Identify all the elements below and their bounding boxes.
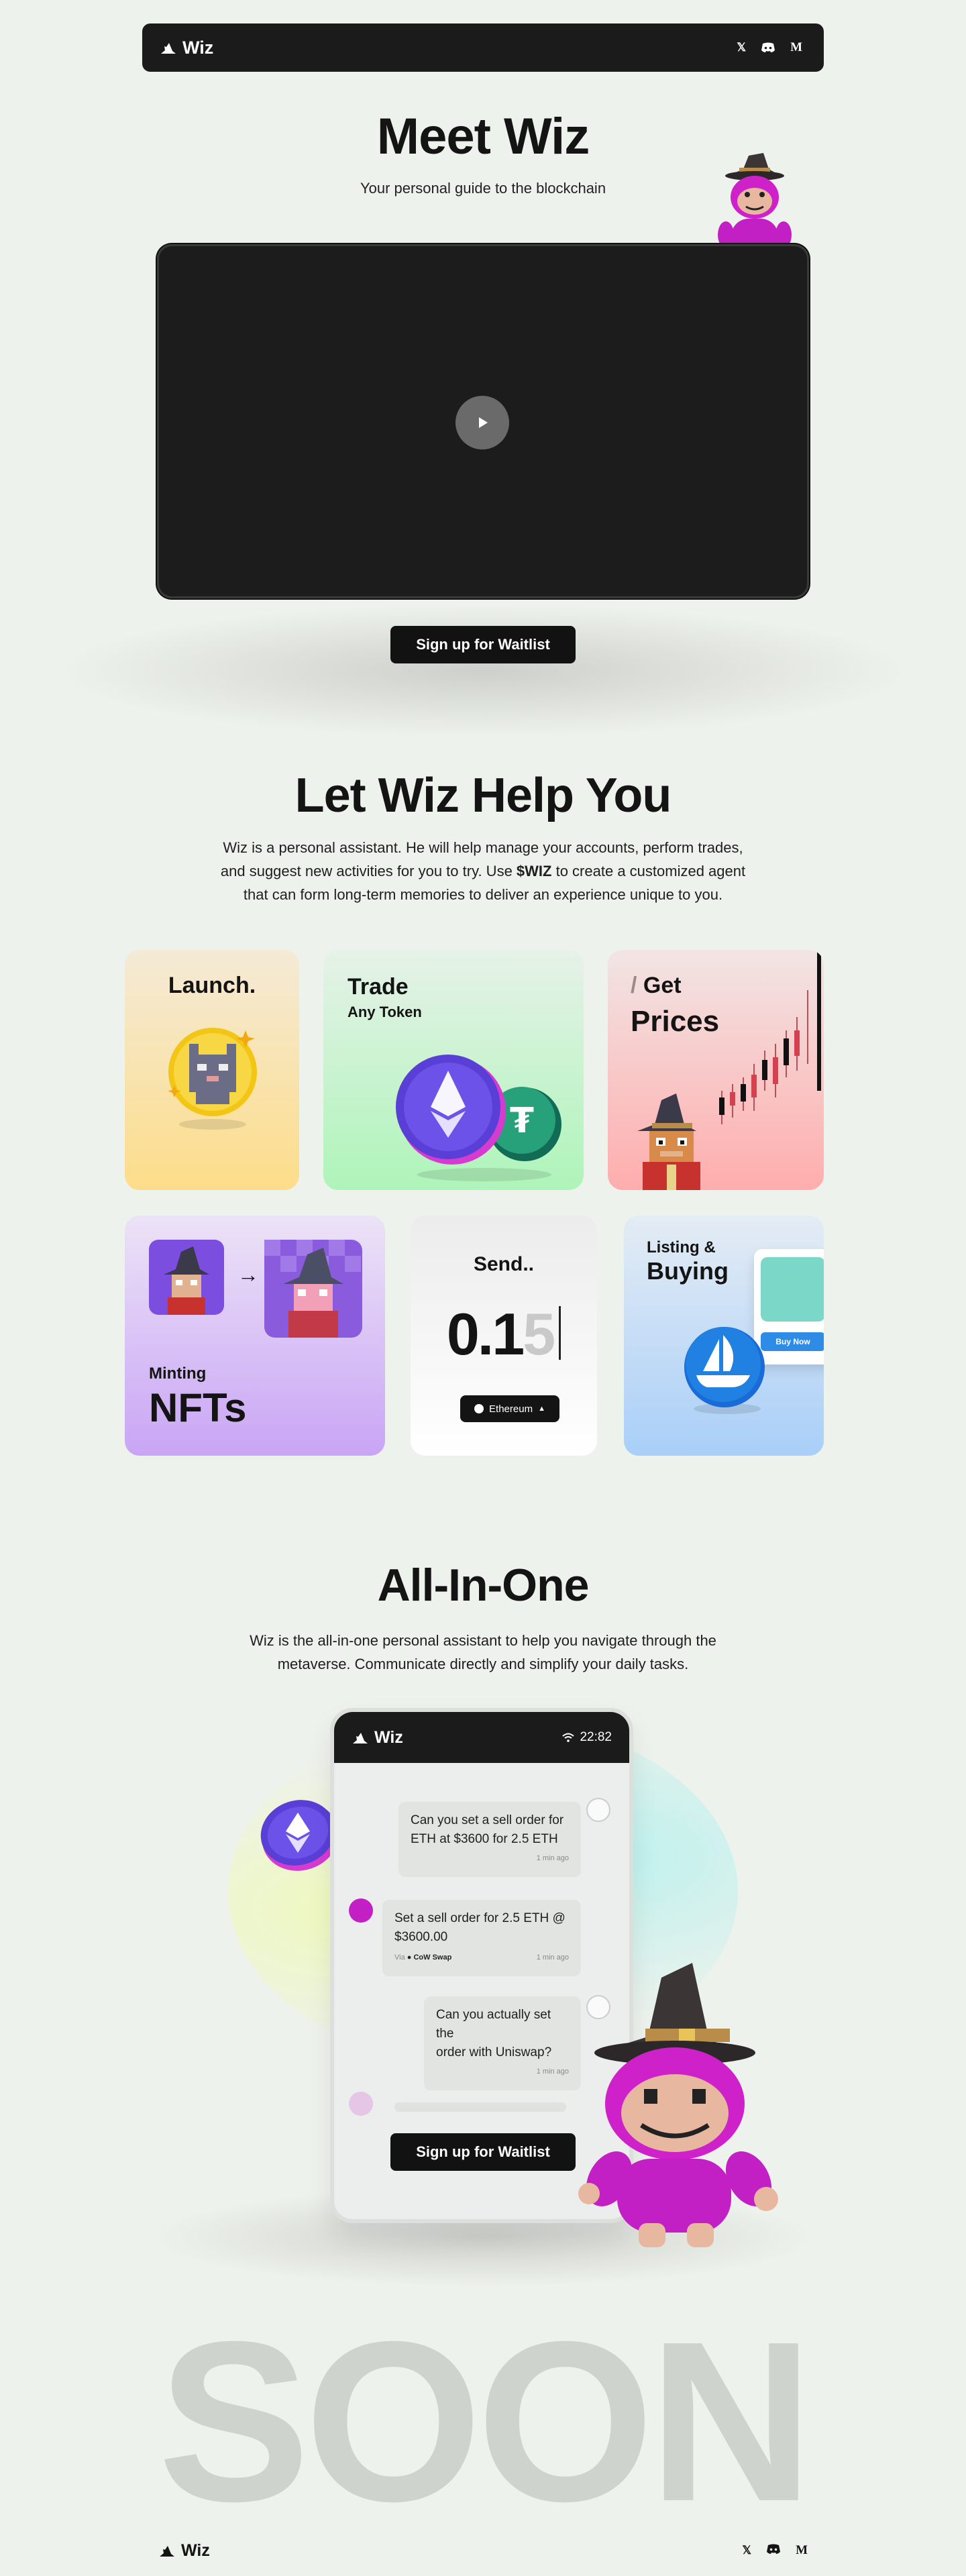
soon-banner: SOON <box>158 2294 813 2549</box>
nft-before-icon <box>149 1240 224 1315</box>
network-selector[interactable]: Ethereum ▲ <box>460 1395 559 1422</box>
waitlist-button-hero[interactable]: Sign up for Waitlist <box>390 626 576 663</box>
discord-icon[interactable] <box>761 42 775 53</box>
chat-message-wiz: Set a sell order for 2.5 ETH @ $3600.00 … <box>382 1900 581 1976</box>
medium-icon[interactable]: M <box>790 40 802 55</box>
card-listing-title: Buying <box>647 1257 729 1285</box>
chat-message-user: Can you actually set the order with Unis… <box>424 1996 581 2090</box>
typing-placeholder <box>394 2102 566 2112</box>
eth-tether-coins-icon: ₮ <box>396 1055 561 1181</box>
card-launch-title: Launch. <box>168 973 256 998</box>
wiz-avatar-typing <box>349 2092 373 2116</box>
wifi-icon <box>562 1733 575 1742</box>
card-trade[interactable]: Trade Any Token ₮ <box>323 950 584 1190</box>
wizard-hat-icon <box>161 43 176 54</box>
card-nfts-subtitle: Minting <box>149 1364 207 1383</box>
card-prices[interactable]: / Get Prices <box>608 950 824 1190</box>
card-send[interactable]: Send.. 0.15 Ethereum ▲ <box>411 1216 597 1456</box>
network-label: Ethereum <box>489 1403 533 1415</box>
hero-subtitle: Your personal guide to the blockchain <box>360 180 606 197</box>
footer-brand-logo[interactable]: Wiz <box>158 2541 210 2561</box>
svg-text:₮: ₮ <box>510 1101 534 1141</box>
brand-logo[interactable]: Wiz <box>160 38 213 58</box>
eth-coin-icon <box>260 1800 339 1871</box>
pixel-wizard-icon <box>637 1093 700 1190</box>
card-launch[interactable]: Launch. <box>125 950 299 1190</box>
card-prices-title: / Get <box>631 973 682 998</box>
allinone-line-2: metaverse. Communicate directly and simp… <box>277 1656 689 1672</box>
discord-icon[interactable] <box>766 2544 781 2558</box>
wiz-token: $WIZ <box>516 863 552 879</box>
help-line-2: and suggest new activities for you to tr… <box>220 863 746 879</box>
card-send-title: Send.. <box>473 1253 534 1275</box>
nft-thumbnail <box>761 1257 824 1322</box>
card-trade-subtitle: Any Token <box>347 1004 422 1020</box>
user-avatar <box>586 1798 610 1822</box>
opensea-icon <box>684 1327 765 1414</box>
play-button[interactable] <box>455 396 509 449</box>
wizard-hat-icon <box>353 1733 368 1743</box>
card-listing-subtitle: Listing & <box>647 1238 716 1256</box>
nft-arrow: → <box>237 1263 259 1287</box>
hero-shadow <box>54 604 912 738</box>
phone-brand: Wiz <box>352 1728 403 1748</box>
message-meta: Via ● CoW Swap 1 min ago <box>394 1948 569 1967</box>
brand-name: Wiz <box>182 37 214 58</box>
play-icon <box>479 417 488 428</box>
chevron-up-icon: ▲ <box>538 1405 545 1413</box>
phone-status: 22:82 <box>562 1730 612 1745</box>
allinone-line-1: Wiz is the all-in-one personal assistant… <box>250 1632 716 1649</box>
x-icon[interactable]: 𝕏 <box>737 41 746 54</box>
phone-header: Wiz 22:82 <box>334 1712 629 1763</box>
phone-time: 22:82 <box>580 1730 612 1744</box>
card-listing[interactable]: Listing & Buying Buy Now <box>624 1216 824 1456</box>
help-description: Wiz is a personal assistant. He will hel… <box>174 836 792 906</box>
cat-coin-icon <box>168 1028 257 1130</box>
message-timestamp: 1 min ago <box>536 2068 569 2076</box>
wiz-avatar <box>349 1898 373 1923</box>
footer: Wiz 𝕏 M <box>158 2537 808 2564</box>
help-title: Let Wiz Help You <box>294 769 672 822</box>
waitlist-button-phone[interactable]: Sign up for Waitlist <box>390 2133 576 2171</box>
wizard-hat-icon <box>160 2546 174 2557</box>
chat-message-user: Can you set a sell order for ETH at $360… <box>398 1802 581 1877</box>
nft-after-icon <box>264 1240 362 1338</box>
wiz-mascot-large <box>578 1963 778 2247</box>
card-nfts-title: NFTs <box>149 1385 247 1430</box>
allinone-description: Wiz is the all-in-one personal assistant… <box>174 1629 792 1676</box>
card-prices-title-2: Prices <box>631 1005 720 1038</box>
help-line-1: Wiz is a personal assistant. He will hel… <box>223 839 743 856</box>
x-icon[interactable]: 𝕏 <box>742 2544 751 2557</box>
allinone-title: All-In-One <box>377 1560 590 1611</box>
message-timestamp: 1 min ago <box>536 1953 569 1962</box>
help-line-3: that can form long-term memories to deli… <box>243 886 723 903</box>
card-nfts[interactable]: → Minting NFTs <box>125 1216 385 1456</box>
card-trade-title: Trade <box>347 974 409 1000</box>
ethereum-icon <box>474 1404 484 1413</box>
message-timestamp: 1 min ago <box>536 1854 569 1862</box>
hero-title: Meet Wiz <box>376 108 590 165</box>
top-nav: Wiz 𝕏 M <box>142 23 824 72</box>
medium-icon[interactable]: M <box>796 2543 808 2558</box>
send-amount: 0.15 <box>411 1300 597 1368</box>
cowswap-icon: ● <box>407 1953 412 1962</box>
